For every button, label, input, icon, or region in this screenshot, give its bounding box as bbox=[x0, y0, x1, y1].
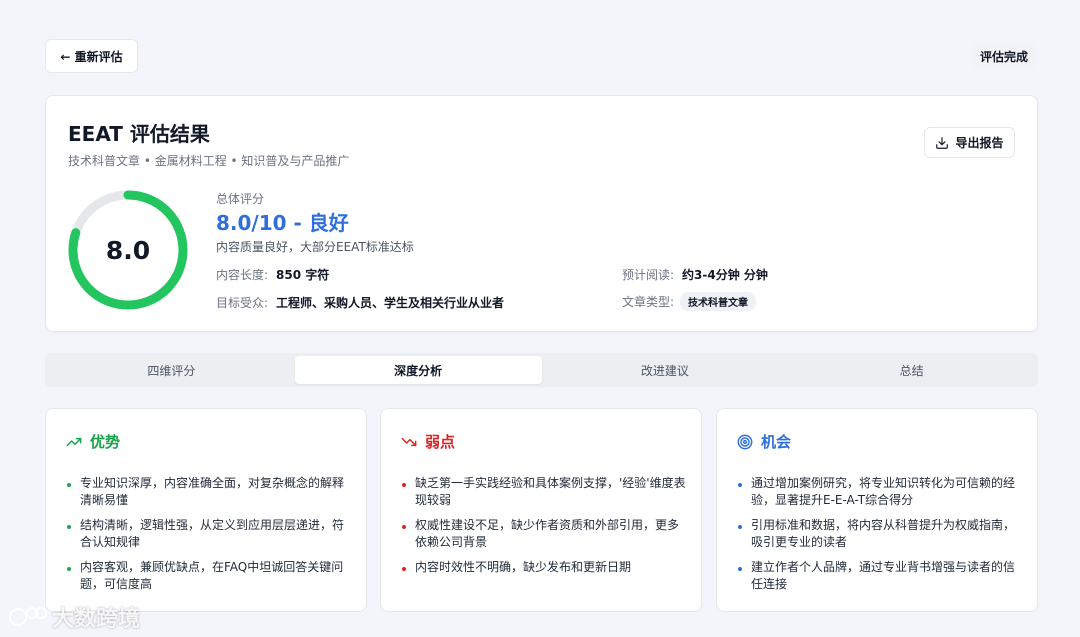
list-item: 缺乏第一手实践经验和具体案例支撑，'经验'维度表现较弱 bbox=[401, 475, 686, 509]
strengths-heading: 优势 bbox=[66, 431, 120, 452]
list-item: 权威性建设不足，缺少作者资质和外部引用，更多依赖公司背景 bbox=[401, 517, 686, 551]
score-gauge-value: 8.0 bbox=[105, 235, 151, 265]
list-item: 内容时效性不明确，缺少发布和更新日期 bbox=[401, 559, 686, 576]
weaknesses-heading: 弱点 bbox=[401, 431, 455, 452]
download-icon bbox=[936, 136, 949, 149]
opportunities-list: 通过增加案例研究，将专业知识转化为可信赖的经验，显著提升E-E-A-T综合得分 … bbox=[737, 475, 1022, 601]
list-item: 建立作者个人品牌，通过专业背书增强与读者的信任连接 bbox=[737, 559, 1022, 593]
weaknesses-title: 弱点 bbox=[425, 433, 456, 451]
article-type-label: 文章类型: bbox=[622, 295, 675, 309]
analysis-tabs: 四维评分 深度分析 改进建议 总结 bbox=[45, 353, 1038, 387]
status-badge: 评估完成 bbox=[971, 44, 1036, 68]
reading-time-label: 预计阅读: bbox=[622, 268, 675, 282]
opportunities-title: 机会 bbox=[761, 433, 792, 451]
target-audience: 目标受众: 工程师、采购人员、学生及相关行业从业者 bbox=[216, 294, 504, 311]
list-item: 引用标准和数据，将内容从科普提升为权威指南，吸引更专业的读者 bbox=[737, 517, 1022, 551]
article-type: 文章类型: 技术科普文章 bbox=[622, 292, 757, 311]
back-label: ← 重新评估 bbox=[60, 49, 123, 64]
reading-time: 预计阅读: 约3-4分钟 分钟 bbox=[622, 266, 768, 283]
tab-improvements[interactable]: 改进建议 bbox=[542, 356, 789, 384]
article-type-chip: 技术科普文章 bbox=[680, 292, 757, 311]
watermark-logo-icon bbox=[9, 607, 47, 626]
status-text: 评估完成 bbox=[979, 49, 1028, 64]
export-label: 导出报告 bbox=[955, 136, 1004, 150]
tab-four-dimension[interactable]: 四维评分 bbox=[48, 356, 295, 384]
weaknesses-list: 缺乏第一手实践经验和具体案例支撑，'经验'维度表现较弱 权威性建设不足，缺少作者… bbox=[401, 475, 686, 584]
content-length-value: 850 字符 bbox=[276, 268, 330, 282]
tab-deep-analysis[interactable]: 深度分析 bbox=[294, 356, 542, 384]
list-item: 专业知识深厚，内容准确全面，对复杂概念的解释清晰易懂 bbox=[66, 475, 351, 509]
trending-up-icon bbox=[66, 437, 82, 446]
result-subtitle: 技术科普文章 • 金属材料工程 • 知识普及与产品推广 bbox=[68, 154, 350, 168]
target-audience-value: 工程师、采购人员、学生及相关行业从业者 bbox=[276, 296, 505, 310]
strengths-list: 专业知识深厚，内容准确全面，对复杂概念的解释清晰易懂 结构清晰，逻辑性强，从定义… bbox=[66, 475, 351, 601]
target-icon bbox=[737, 434, 753, 449]
watermark: 大数跨境 bbox=[8, 601, 140, 633]
export-report-button[interactable]: 导出报告 bbox=[924, 127, 1015, 158]
opportunities-heading: 机会 bbox=[737, 431, 791, 452]
watermark-text: 大数跨境 bbox=[52, 607, 141, 632]
trending-down-icon bbox=[401, 437, 417, 446]
strengths-panel: 优势 专业知识深厚，内容准确全面，对复杂概念的解释清晰易懂 结构清晰，逻辑性强，… bbox=[45, 408, 367, 612]
list-item: 内容客观，兼顾优缺点，在FAQ中坦诚回答关键问题，可信度高 bbox=[66, 559, 351, 593]
tab-summary[interactable]: 总结 bbox=[788, 356, 1035, 384]
opportunities-panel: 机会 通过增加案例研究，将专业知识转化为可信赖的经验，显著提升E-E-A-T综合… bbox=[716, 408, 1038, 612]
list-item: 通过增加案例研究，将专业知识转化为可信赖的经验，显著提升E-E-A-T综合得分 bbox=[737, 475, 1022, 509]
reading-time-value: 约3-4分钟 分钟 bbox=[682, 268, 768, 282]
content-length: 内容长度: 850 字符 bbox=[216, 266, 329, 283]
back-reevaluate-button[interactable]: ← 重新评估 bbox=[45, 39, 138, 73]
target-audience-label: 目标受众: bbox=[216, 296, 269, 310]
strengths-title: 优势 bbox=[90, 433, 121, 451]
list-item: 结构清晰，逻辑性强，从定义到应用层层递进，符合认知规律 bbox=[66, 517, 351, 551]
overall-score: 8.0/10 - 良好 bbox=[216, 211, 349, 235]
result-card: EEAT 评估结果 技术科普文章 • 金属材料工程 • 知识普及与产品推广 导出… bbox=[45, 95, 1038, 332]
overall-score-label: 总体评分 bbox=[216, 192, 265, 206]
content-length-label: 内容长度: bbox=[216, 268, 269, 282]
weaknesses-panel: 弱点 缺乏第一手实践经验和具体案例支撑，'经验'维度表现较弱 权威性建设不足，缺… bbox=[380, 408, 702, 612]
page-title: EEAT 评估结果 bbox=[68, 122, 210, 146]
overall-description: 内容质量良好，大部分EEAT标准达标 bbox=[216, 240, 414, 254]
